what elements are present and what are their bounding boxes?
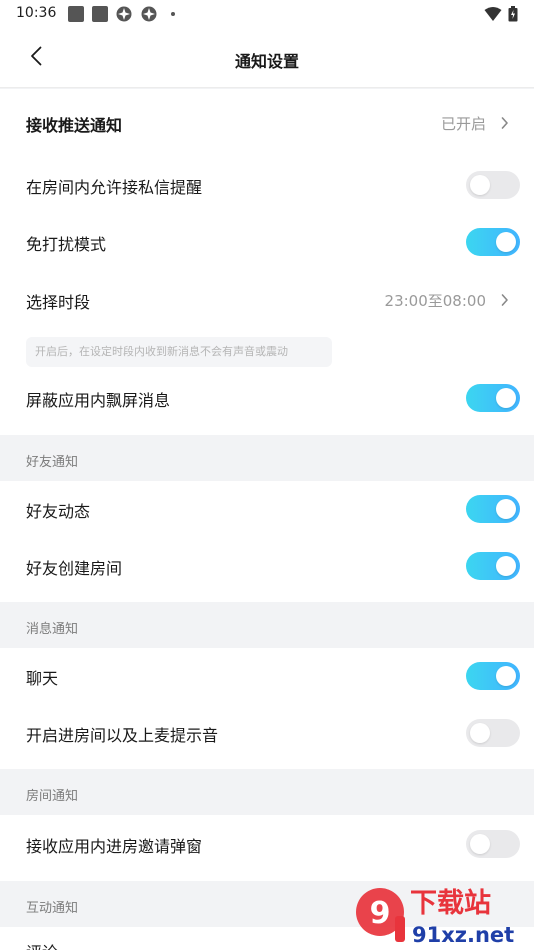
room-sound-row: 开启进房间以及上麦提示音: [0, 705, 534, 761]
dnd-hint: 开启后，在设定时段内收到新消息不会有声音或震动: [26, 337, 332, 367]
invite-popup-toggle[interactable]: [466, 830, 520, 858]
friend-create-room-label: 好友创建房间: [26, 559, 123, 578]
dm-in-room-toggle[interactable]: [466, 171, 520, 199]
invite-popup-label: 接收应用内进房邀请弹窗: [26, 837, 203, 856]
chat-toggle[interactable]: [466, 662, 520, 690]
battery-icon: [508, 6, 518, 22]
receive-push-value: 已开启: [440, 115, 486, 133]
block-floating-label: 屏蔽应用内飘屏消息: [26, 391, 171, 410]
square-notification-icon: [92, 6, 108, 22]
friend-create-room-row: 好友创建房间: [0, 538, 534, 594]
wifi-icon: [484, 6, 502, 22]
aperture-icon: [141, 6, 157, 22]
section-header-room: 房间通知: [0, 769, 534, 815]
messages-settings-group: 聊天 开启进房间以及上麦提示音: [0, 648, 534, 769]
toggle-knob: [470, 723, 490, 743]
chat-label: 聊天: [26, 669, 59, 688]
toggle-knob: [496, 499, 516, 519]
dm-in-room-row: 在房间内允许接私信提醒: [0, 157, 534, 213]
svg-text:9: 9: [370, 896, 391, 931]
room-settings-group: 接收应用内进房邀请弹窗: [0, 815, 534, 881]
toggle-knob: [470, 834, 490, 854]
toggle-knob: [496, 232, 516, 252]
toggle-knob: [496, 666, 516, 686]
toggle-knob: [496, 556, 516, 576]
page-title: 通知设置: [234, 52, 299, 71]
chat-row: 聊天: [0, 648, 534, 704]
friend-moments-row: 好友动态: [0, 481, 534, 537]
comment-label: 评论: [26, 939, 58, 950]
period-row[interactable]: 选择时段 23:00至08:00: [0, 272, 534, 328]
section-header-friends: 好友通知: [0, 435, 534, 481]
room-sound-toggle[interactable]: [466, 719, 520, 747]
friend-moments-toggle[interactable]: [466, 495, 520, 523]
dm-in-room-label: 在房间内允许接私信提醒: [26, 178, 203, 197]
dnd-row: 免打扰模式: [0, 214, 534, 270]
block-floating-toggle[interactable]: [466, 384, 520, 412]
section-title: 消息通知: [26, 622, 79, 637]
period-label: 选择时段: [26, 293, 91, 312]
invite-popup-row: 接收应用内进房邀请弹窗: [0, 816, 534, 872]
block-floating-row: 屏蔽应用内飘屏消息: [0, 370, 534, 426]
status-time: 10:36: [16, 5, 57, 21]
room-sound-label: 开启进房间以及上麦提示音: [26, 726, 219, 745]
section-title: 互动通知: [26, 901, 79, 916]
watermark-site: 91xz.net: [412, 923, 514, 947]
receive-push-row[interactable]: 接收推送通知 已开启: [0, 95, 534, 151]
chevron-right-icon: [498, 290, 512, 310]
friends-settings-group: 好友动态 好友创建房间: [0, 481, 534, 602]
section-header-messages: 消息通知: [0, 602, 534, 648]
friend-moments-label: 好友动态: [26, 502, 91, 521]
general-settings-group: 接收推送通知 已开启 在房间内允许接私信提醒 免打扰模式 选择时段 23:00至…: [0, 89, 534, 435]
period-value: 23:00至08:00: [384, 292, 486, 310]
dot-icon: [171, 12, 175, 16]
dnd-label: 免打扰模式: [26, 235, 107, 254]
friend-create-room-toggle[interactable]: [466, 552, 520, 580]
nav-bar: 通知设置: [0, 28, 534, 88]
dnd-toggle[interactable]: [466, 228, 520, 256]
status-bar: 10:36: [0, 0, 534, 28]
aperture-icon: [116, 6, 132, 22]
square-notification-icon: [68, 6, 84, 22]
site-watermark: 9 下载站 91xz.net: [350, 882, 530, 948]
toggle-knob: [496, 388, 516, 408]
section-title: 房间通知: [26, 789, 79, 804]
section-title: 好友通知: [26, 455, 79, 470]
chevron-right-icon: [498, 113, 512, 133]
toggle-knob: [470, 175, 490, 195]
receive-push-label: 接收推送通知: [26, 116, 123, 135]
watermark-brand: 下载站: [410, 888, 491, 919]
